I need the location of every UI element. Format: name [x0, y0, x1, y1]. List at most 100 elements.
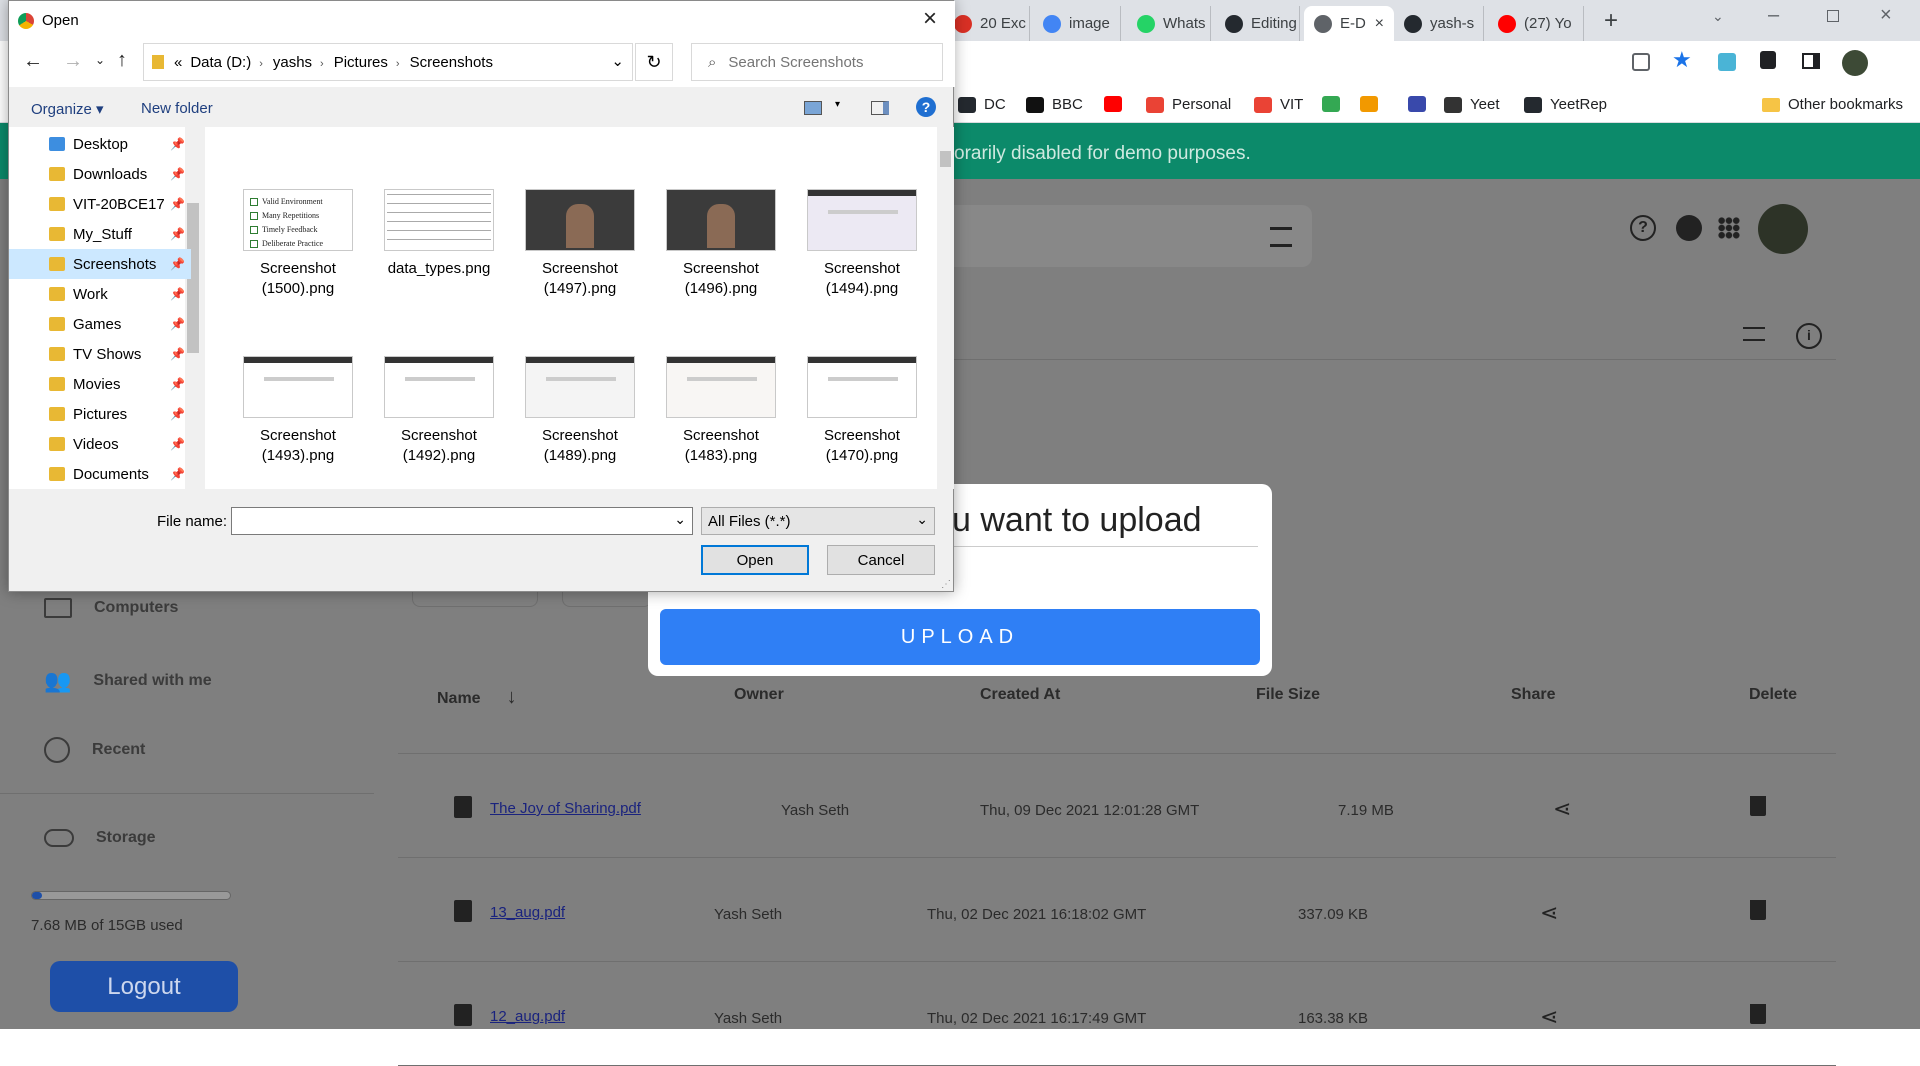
breadcrumb-item[interactable]: Pictures — [334, 54, 388, 71]
nav-item[interactable]: Screenshots 📌 — [9, 249, 191, 279]
new-folder-button[interactable]: New folder — [141, 100, 213, 117]
breadcrumb-item[interactable]: yashs — [273, 54, 312, 71]
delete-icon[interactable] — [1750, 1004, 1766, 1024]
tab-search-icon[interactable]: ⌄ — [1712, 8, 1724, 25]
nav-item[interactable]: My_Stuff 📌 — [9, 219, 191, 249]
pin-icon[interactable]: 📌 — [170, 227, 185, 241]
browser-tab[interactable]: E-D × — [1304, 6, 1394, 41]
file-item[interactable]: Screenshot (1493).png — [233, 356, 363, 466]
help-icon[interactable]: ? — [1630, 215, 1656, 241]
new-tab-button[interactable]: + — [1596, 7, 1626, 34]
browser-tab[interactable]: yash-s — [1394, 6, 1484, 41]
extension-icon[interactable] — [1718, 53, 1736, 71]
file-scrollbar[interactable] — [937, 127, 954, 489]
browser-tab[interactable]: 20 Exc — [944, 6, 1030, 41]
bookmark-item[interactable]: Personal — [1146, 96, 1231, 113]
chevron-down-icon[interactable]: ⌄ — [674, 511, 686, 528]
cancel-button[interactable]: Cancel — [827, 545, 935, 575]
minimize-window-button[interactable]: – — [1768, 4, 1779, 27]
file-item[interactable]: Screenshot (1494).png — [797, 189, 927, 299]
pin-icon[interactable]: 📌 — [170, 317, 185, 331]
chevron-right-icon[interactable]: › — [320, 58, 324, 70]
sidebar-item-computers[interactable]: Computers — [44, 598, 178, 618]
delete-icon[interactable] — [1750, 900, 1766, 920]
chevron-right-icon[interactable]: › — [396, 58, 400, 70]
nav-item[interactable]: Movies 📌 — [9, 369, 191, 399]
file-item[interactable]: Screenshot (1497).png — [515, 189, 645, 299]
help-icon[interactable]: ? — [916, 97, 936, 117]
nav-item[interactable]: Work 📌 — [9, 279, 191, 309]
file-item[interactable]: Screenshot (1483).png — [656, 356, 786, 466]
puzzle-icon[interactable] — [1760, 51, 1776, 69]
bookmark-item[interactable]: BBC — [1026, 96, 1083, 113]
close-tab-icon[interactable]: × — [1375, 15, 1384, 33]
view-options-icon[interactable] — [804, 101, 822, 115]
sidebar-item-storage[interactable]: Storage — [44, 829, 156, 847]
column-header-name[interactable]: Name ↓ — [437, 686, 517, 709]
refresh-button[interactable]: ↻ — [635, 43, 673, 81]
pin-icon[interactable]: 📌 — [170, 167, 185, 181]
breadcrumb-item[interactable]: « — [174, 54, 182, 71]
recent-locations-icon[interactable]: ⌄ — [95, 53, 105, 67]
nav-item[interactable]: VIT-20BCE178 📌 — [9, 189, 191, 219]
pin-icon[interactable]: 📌 — [170, 137, 185, 151]
nav-item[interactable]: TV Shows 📌 — [9, 339, 191, 369]
share-icon[interactable]: ⋖ — [1540, 900, 1558, 926]
close-window-button[interactable]: × — [1880, 4, 1892, 27]
delete-icon[interactable] — [1750, 796, 1766, 816]
nav-item[interactable]: Videos 📌 — [9, 429, 191, 459]
address-bar[interactable]: « Data (D:) › yashs › Pictures › Screenshots ⌄ — [143, 43, 633, 81]
bookmark-item[interactable] — [1322, 96, 1340, 112]
back-icon[interactable]: ← — [23, 50, 43, 73]
sidebar-item-shared[interactable]: 👥 Shared with me — [44, 668, 212, 694]
pin-icon[interactable]: 📌 — [170, 467, 185, 481]
file-item[interactable]: Screenshot (1496).png — [656, 189, 786, 299]
restore-window-button[interactable] — [1827, 10, 1839, 22]
sort-down-icon[interactable]: ↓ — [507, 686, 517, 708]
bookmark-item[interactable] — [1360, 96, 1378, 112]
chevron-down-icon[interactable]: ⌄ — [611, 52, 624, 70]
browser-tab[interactable]: Whats — [1127, 6, 1211, 41]
share-icon[interactable] — [1632, 53, 1650, 71]
file-name-link[interactable]: The Joy of Sharing.pdf — [490, 800, 641, 817]
bookmark-item[interactable]: VIT — [1254, 96, 1303, 113]
table-row[interactable]: 12_aug.pdf Yash Seth Thu, 02 Dec 2021 16:1… — [398, 962, 1836, 1066]
bookmark-item[interactable]: Yeet — [1444, 96, 1499, 113]
search-input[interactable] — [728, 53, 919, 71]
preview-pane-icon[interactable] — [871, 101, 889, 115]
file-item[interactable]: Screenshot (1492).png — [374, 356, 504, 466]
file-name-link[interactable]: 13_aug.pdf — [490, 904, 565, 921]
side-panel-icon[interactable] — [1802, 53, 1820, 69]
table-row[interactable]: 13_aug.pdf Yash Seth Thu, 02 Dec 2021 16:1… — [398, 858, 1836, 962]
sidebar-item-recent[interactable]: Recent — [44, 737, 145, 763]
file-name-link[interactable]: 12_aug.pdf — [490, 1008, 565, 1025]
bookmark-item[interactable]: YeetRep — [1524, 96, 1607, 113]
file-item[interactable]: Screenshot (1470).png — [797, 356, 927, 466]
pin-icon[interactable]: 📌 — [170, 287, 185, 301]
pin-icon[interactable]: 📌 — [170, 437, 185, 451]
nav-item[interactable]: Documents 📌 — [9, 459, 191, 489]
breadcrumb-item[interactable]: Data (D:) — [190, 54, 251, 71]
filter-icon[interactable] — [1270, 227, 1292, 247]
file-type-select[interactable]: All Files (*.*) ⌄ — [701, 507, 935, 535]
list-view-icon[interactable] — [1743, 327, 1765, 341]
nav-item[interactable]: Games 📌 — [9, 309, 191, 339]
upload-button[interactable]: UPLOAD — [660, 609, 1260, 665]
user-avatar[interactable] — [1758, 204, 1808, 254]
resize-grip-icon[interactable]: ⋰ — [941, 579, 951, 590]
search-bar[interactable] — [900, 205, 1312, 267]
pin-icon[interactable]: 📌 — [170, 257, 185, 271]
apps-grid-icon[interactable] — [1718, 217, 1740, 239]
settings-icon[interactable] — [1676, 215, 1702, 241]
file-name-input[interactable]: ⌄ — [231, 507, 693, 535]
browser-tab[interactable]: (27) Yo — [1488, 6, 1584, 41]
pin-icon[interactable]: 📌 — [170, 197, 185, 211]
logout-button[interactable]: Logout — [50, 961, 238, 1012]
bookmark-star-icon[interactable]: ★ — [1672, 47, 1692, 73]
view-dropdown-icon[interactable]: ▾ — [835, 99, 840, 110]
info-icon[interactable]: i — [1796, 323, 1822, 349]
bookmark-item[interactable] — [1104, 96, 1122, 112]
pin-icon[interactable]: 📌 — [170, 377, 185, 391]
chevron-right-icon[interactable]: › — [259, 58, 263, 70]
pin-icon[interactable]: 📌 — [170, 347, 185, 361]
